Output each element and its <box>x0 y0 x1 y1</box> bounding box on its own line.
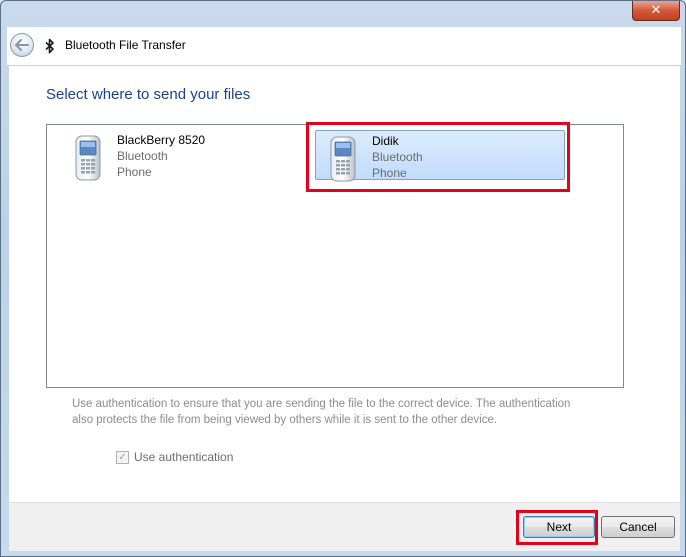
bluetooth-icon <box>45 38 54 54</box>
use-authentication-label: Use authentication <box>134 450 234 464</box>
use-authentication-option[interactable]: ✓ Use authentication <box>116 450 233 464</box>
selected-device-highlight <box>306 122 570 192</box>
device-item-blackberry-8520[interactable]: BlackBerry 8520 Bluetooth Phone <box>61 130 311 181</box>
back-arrow-icon <box>15 39 29 51</box>
device-category: Phone <box>117 165 152 179</box>
wizard-title: Bluetooth File Transfer <box>65 38 186 52</box>
window-close-button[interactable]: ✕ <box>632 1 680 21</box>
next-button-highlight <box>516 510 598 545</box>
back-button[interactable] <box>10 33 34 57</box>
close-icon: ✕ <box>650 3 662 18</box>
window-frame: ✕ Bluetooth File Transfer Select where t… <box>0 0 686 557</box>
device-type: Bluetooth <box>117 149 168 163</box>
wizard-header: Bluetooth File Transfer <box>7 27 681 66</box>
cancel-button[interactable]: Cancel <box>601 516 675 538</box>
mobile-phone-icon <box>75 135 101 181</box>
use-authentication-checkbox[interactable]: ✓ <box>116 450 129 464</box>
device-name: BlackBerry 8520 <box>117 133 206 147</box>
auth-description: Use authentication to ensure that you ar… <box>72 398 571 426</box>
page-title: Select where to send your files <box>46 86 251 103</box>
